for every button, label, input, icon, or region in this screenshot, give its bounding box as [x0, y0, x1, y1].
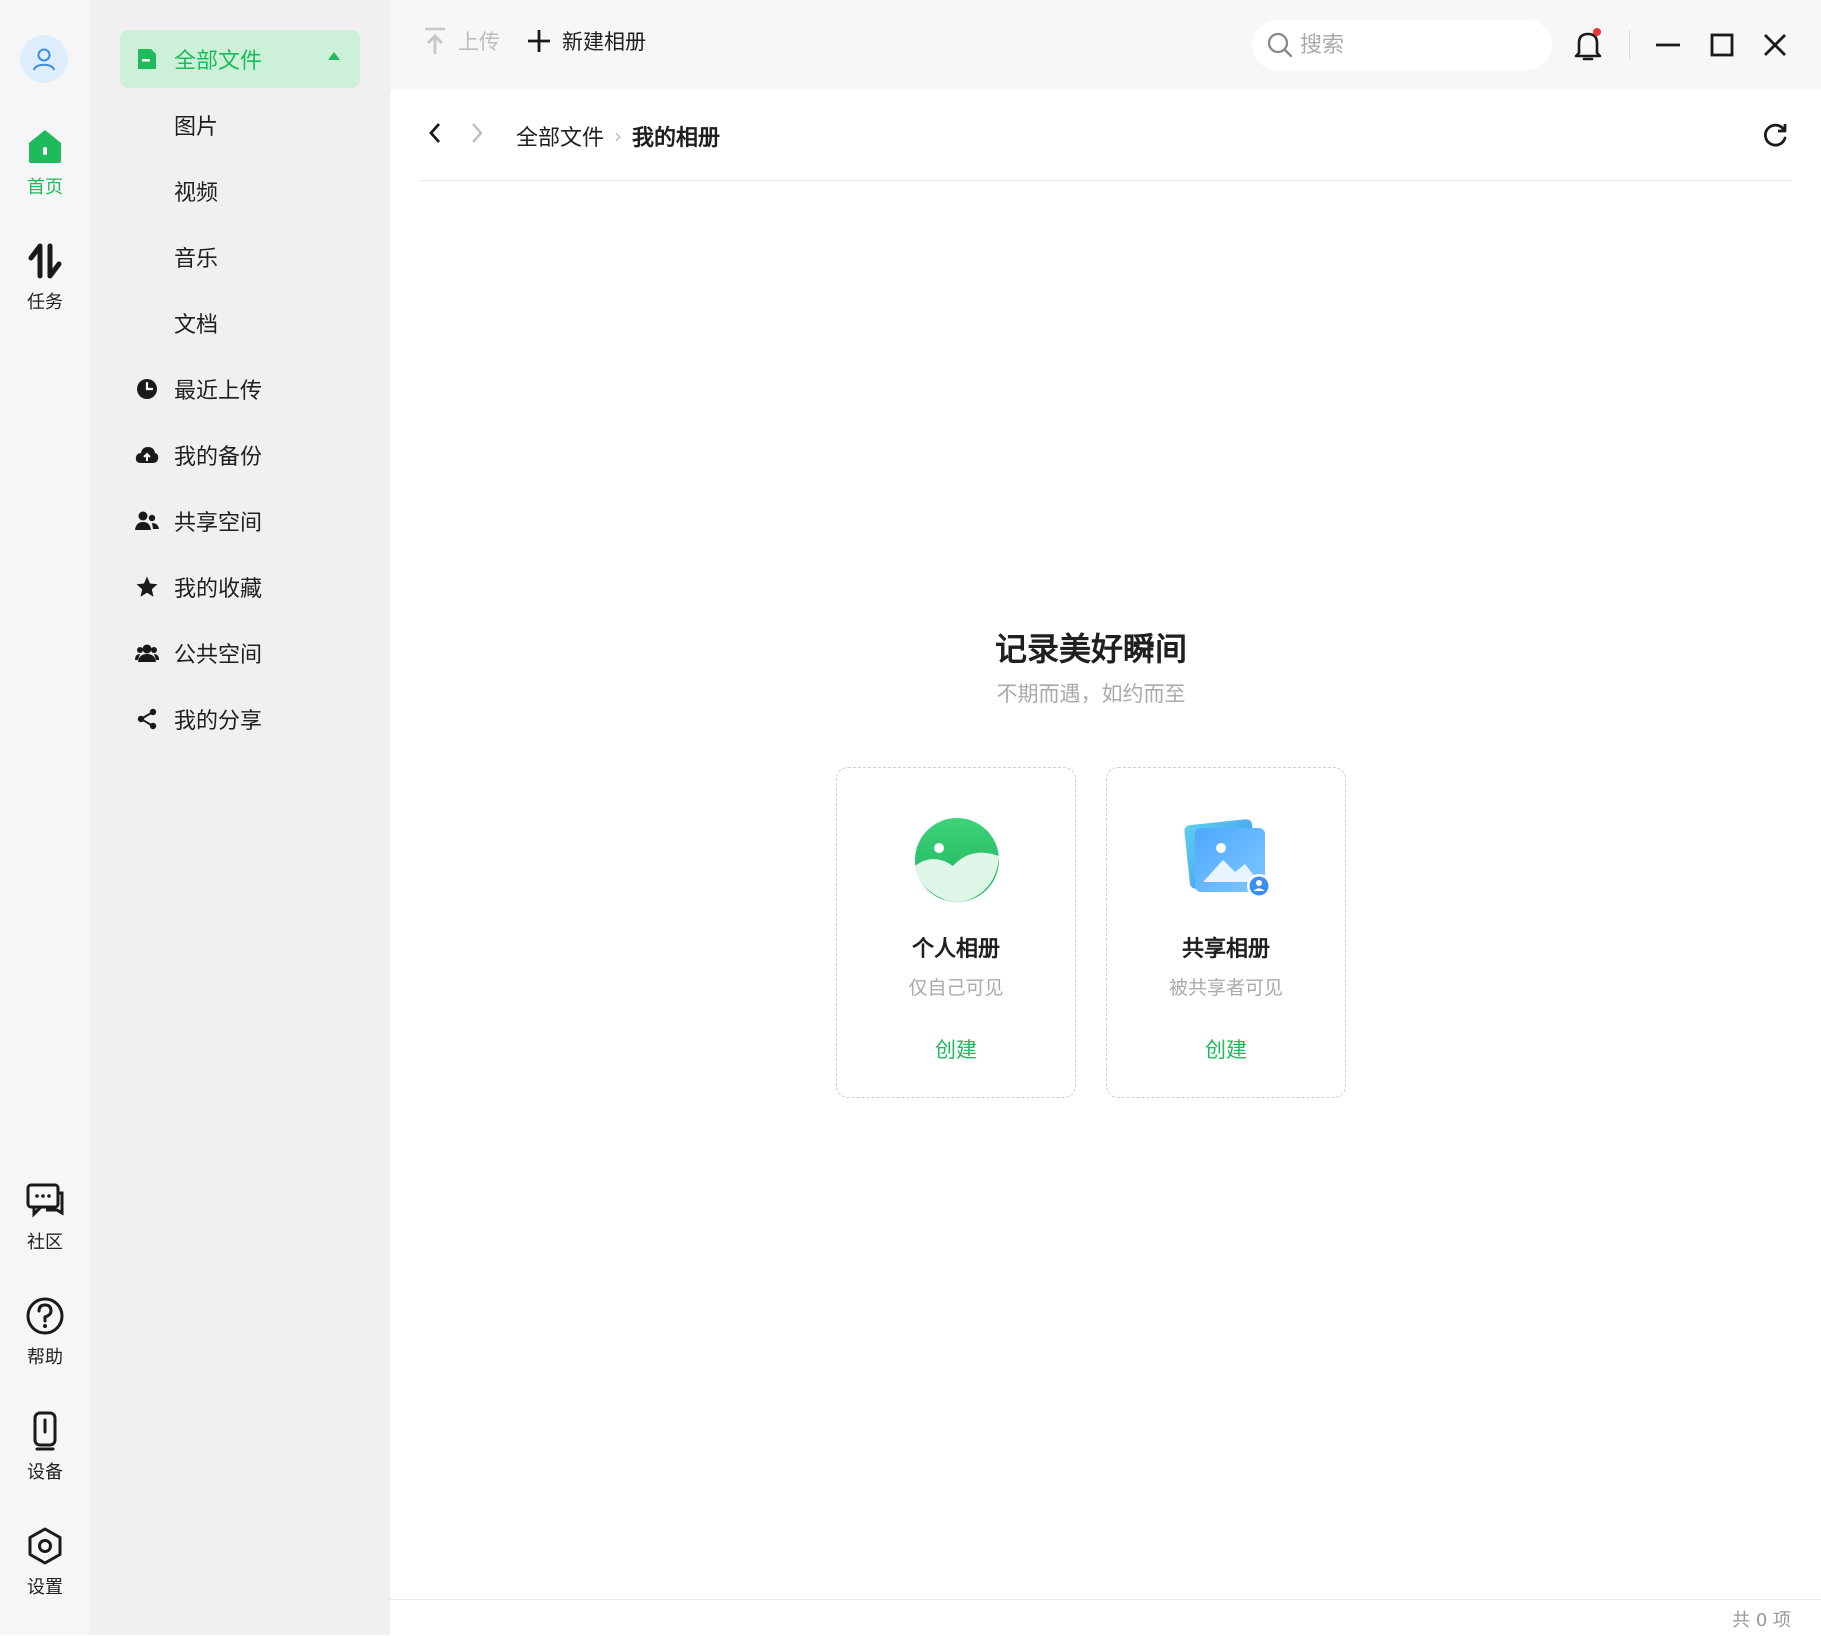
sidebar-item-public-space[interactable]: 公共空间	[120, 624, 360, 682]
sidebar-item-label: 我的分享	[174, 709, 263, 734]
maximize-button[interactable]	[1702, 25, 1742, 65]
rail-item-device[interactable]: 设备	[0, 1410, 90, 1484]
device-icon	[33, 1411, 57, 1451]
sidebar-item-my-backup[interactable]: 我的备份	[120, 426, 360, 484]
chevron-right-icon	[472, 123, 483, 143]
refresh-button[interactable]	[1758, 118, 1792, 152]
search-input[interactable]	[1298, 31, 1532, 59]
breadcrumb-current: 我的相册	[632, 126, 721, 151]
sidebar-item-documents[interactable]: 文档	[120, 294, 414, 352]
shared-album-icon	[1184, 819, 1271, 898]
maximize-icon	[1710, 33, 1734, 57]
personal-album-card[interactable]: 个人相册 仅自己可见 创建	[836, 767, 1076, 1098]
sidebar-item-label: 我的收藏	[174, 577, 263, 602]
personal-album-icon	[915, 818, 999, 902]
create-personal-album-button[interactable]: 创建	[837, 1034, 1075, 1064]
left-rail: 首页 任务 社区 帮助 设备 设置	[0, 0, 90, 1635]
breadcrumb-bar: 全部文件 › 我的相册	[420, 90, 1792, 181]
empty-state-title: 记录美好瞬间	[994, 630, 1187, 668]
rail-item-label: 社区	[27, 1232, 63, 1253]
share-icon	[134, 706, 160, 732]
sidebar-item-label: 视频	[174, 181, 219, 206]
rail-item-label: 首页	[27, 177, 63, 198]
breadcrumb-separator-icon: ›	[614, 124, 623, 148]
new-album-button[interactable]: 新建相册	[526, 26, 646, 56]
top-toolbar: 上传 新建相册	[390, 0, 1821, 90]
sidebar-item-label: 音乐	[174, 247, 219, 272]
upload-icon	[425, 27, 445, 54]
user-icon	[33, 48, 55, 71]
sidebar-item-label: 图片	[174, 115, 219, 140]
back-button[interactable]	[420, 118, 450, 148]
transfer-icon	[28, 243, 62, 279]
sidebar-item-shared-space[interactable]: 共享空间	[120, 492, 360, 550]
create-shared-album-button[interactable]: 创建	[1107, 1034, 1345, 1064]
upload-label: 上传	[458, 30, 500, 54]
sidebar-item-recent-uploads[interactable]: 最近上传	[120, 360, 360, 418]
search-box[interactable]	[1252, 20, 1552, 70]
chevron-left-icon	[429, 123, 441, 143]
sidebar-item-label: 最近上传	[174, 379, 263, 404]
card-description: 仅自己可见	[908, 977, 1004, 999]
sidebar-item-label: 公共空间	[174, 643, 263, 668]
notification-button[interactable]	[1568, 25, 1608, 65]
rail-item-settings[interactable]: 设置	[0, 1525, 90, 1599]
rail-item-label: 设置	[27, 1577, 63, 1598]
notification-dot	[1593, 28, 1601, 36]
sidebar-item-music[interactable]: 音乐	[120, 228, 414, 286]
group-icon	[134, 640, 160, 666]
shared-album-card[interactable]: 共享相册 被共享者可见 创建	[1106, 767, 1346, 1098]
search-icon	[1267, 32, 1293, 58]
forward-button[interactable]	[462, 118, 492, 148]
toolbar-divider	[1629, 30, 1630, 60]
sidebar-item-label: 文档	[174, 313, 219, 338]
card-title: 共享相册	[1181, 937, 1270, 962]
avatar[interactable]	[20, 35, 68, 83]
item-count: 共 0 项	[1732, 1610, 1791, 1631]
bell-icon	[1574, 28, 1602, 61]
card-description: 被共享者可见	[1168, 977, 1283, 999]
help-icon	[26, 1297, 64, 1335]
breadcrumb-parent[interactable]: 全部文件	[516, 120, 604, 152]
sidebar-item-my-shares[interactable]: 我的分享	[120, 690, 360, 748]
upload-button[interactable]: 上传	[422, 26, 500, 56]
folder-icon	[134, 46, 160, 72]
chat-icon	[26, 1183, 64, 1218]
breadcrumb: 全部文件 › 我的相册	[516, 120, 720, 152]
empty-state-subtitle: 不期而遇，如约而至	[996, 682, 1186, 706]
sidebar: 全部文件 图片 视频 音乐 文档 最近上传 我的备份 共享空间 我的收藏 公共空…	[90, 0, 390, 1635]
rail-item-label: 任务	[27, 292, 63, 313]
people-icon	[134, 508, 160, 534]
rail-item-community[interactable]: 社区	[0, 1180, 90, 1254]
sidebar-item-videos[interactable]: 视频	[120, 162, 414, 220]
rail-item-help[interactable]: 帮助	[0, 1295, 90, 1369]
sidebar-item-label: 我的备份	[174, 445, 263, 470]
rail-item-label: 设备	[27, 1462, 63, 1483]
refresh-icon	[1764, 123, 1787, 147]
star-icon	[134, 574, 160, 600]
card-title: 个人相册	[911, 937, 1000, 962]
new-album-label: 新建相册	[562, 30, 646, 54]
rail-item-label: 帮助	[27, 1347, 63, 1368]
sidebar-item-all-files[interactable]: 全部文件	[120, 30, 360, 88]
home-icon	[29, 130, 61, 163]
minimize-button[interactable]	[1648, 25, 1688, 65]
clock-icon	[134, 376, 160, 402]
close-button[interactable]	[1755, 25, 1795, 65]
close-icon	[1764, 34, 1786, 56]
collapse-arrow-icon[interactable]	[328, 52, 340, 60]
minimize-icon	[1656, 43, 1680, 47]
cloud-upload-icon	[134, 442, 160, 468]
sidebar-item-favorites[interactable]: 我的收藏	[120, 558, 360, 616]
plus-icon	[528, 30, 550, 52]
sidebar-item-images[interactable]: 图片	[120, 96, 414, 154]
rail-item-home[interactable]: 首页	[0, 125, 90, 199]
sidebar-item-label: 全部文件	[174, 49, 263, 74]
rail-item-tasks[interactable]: 任务	[0, 240, 90, 314]
status-bar: 共 0 项	[390, 1599, 1821, 1636]
settings-icon	[28, 1527, 62, 1565]
sidebar-item-label: 共享空间	[174, 511, 263, 536]
